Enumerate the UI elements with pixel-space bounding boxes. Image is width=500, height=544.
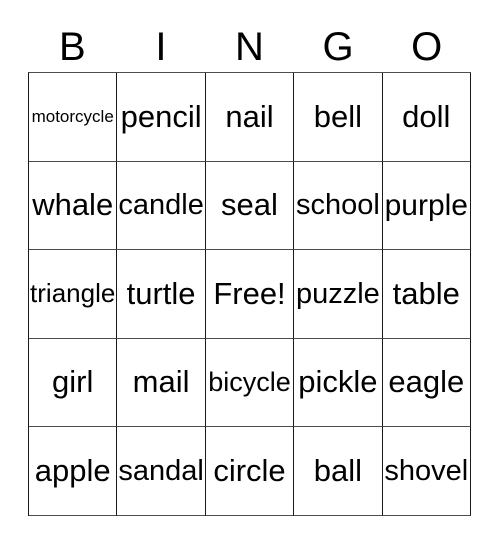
bingo-cell-label: purple: [384, 188, 468, 222]
bingo-cell-label: nail: [225, 98, 274, 134]
bingo-cell[interactable]: motorcycle: [29, 73, 118, 162]
bingo-cell[interactable]: puzzle: [294, 250, 383, 339]
header-letter-n: N: [235, 25, 264, 69]
bingo-cell[interactable]: mail: [117, 338, 206, 428]
bingo-card: B I N G O motorcycle pencil nail bell do…: [0, 0, 500, 544]
bingo-cell[interactable]: seal: [205, 161, 295, 251]
bingo-cell[interactable]: purple: [382, 161, 471, 251]
bingo-cell-label: bicycle: [208, 367, 291, 398]
bingo-cell-free-space[interactable]: Free!: [205, 250, 295, 339]
bingo-cell-label: doll: [402, 98, 451, 134]
bingo-cell[interactable]: table: [382, 250, 471, 339]
bingo-header-row: B I N G O: [28, 22, 471, 72]
bingo-cell-label: eagle: [388, 364, 465, 400]
bingo-cell[interactable]: pickle: [294, 338, 383, 428]
bingo-cell-label: bell: [313, 98, 363, 134]
bingo-cell[interactable]: candle: [117, 161, 206, 251]
bingo-cell[interactable]: girl: [29, 338, 118, 428]
bingo-cell[interactable]: doll: [382, 73, 471, 162]
header-letter-g: G: [322, 25, 354, 69]
bingo-cell[interactable]: circle: [205, 427, 295, 516]
header-letter-i: I: [155, 25, 167, 69]
header-letter-o: O: [411, 25, 443, 69]
bingo-cell[interactable]: bell: [294, 73, 383, 162]
bingo-cell[interactable]: triangle: [29, 250, 118, 339]
bingo-cell-label: seal: [221, 187, 278, 223]
bingo-cell-label: apple: [34, 452, 111, 488]
bingo-cell-label: ball: [313, 452, 363, 488]
bingo-cell[interactable]: ball: [294, 427, 383, 516]
bingo-cell-label: whale: [32, 187, 114, 223]
bingo-cell[interactable]: pencil: [117, 73, 206, 162]
bingo-cell-label: pickle: [298, 364, 378, 400]
bingo-cell-label: table: [392, 275, 460, 311]
bingo-cell[interactable]: whale: [29, 161, 118, 251]
bingo-cell[interactable]: shovel: [382, 427, 471, 516]
bingo-cell-label: candle: [118, 189, 204, 222]
bingo-cell[interactable]: school: [294, 161, 383, 251]
bingo-cell-label: mail: [132, 364, 190, 400]
bingo-cell[interactable]: sandal: [117, 427, 206, 516]
bingo-cell-label: girl: [52, 364, 94, 400]
bingo-cell-label: shovel: [384, 454, 469, 487]
bingo-cell[interactable]: bicycle: [205, 338, 295, 428]
bingo-cell-label: Free!: [213, 275, 286, 311]
bingo-cell-label: puzzle: [295, 277, 380, 310]
bingo-cell[interactable]: nail: [205, 73, 295, 162]
bingo-cell-label: pencil: [120, 98, 202, 134]
bingo-cell[interactable]: turtle: [117, 250, 206, 339]
bingo-cell-label: sandal: [118, 454, 204, 487]
bingo-cell-label: school: [295, 189, 380, 222]
bingo-cell-label: triangle: [30, 278, 116, 309]
bingo-cell[interactable]: apple: [29, 427, 118, 516]
bingo-cell-label: motorcycle: [31, 106, 114, 126]
bingo-cell-label: circle: [213, 452, 286, 488]
bingo-cell-label: turtle: [126, 275, 196, 311]
bingo-cell[interactable]: eagle: [382, 338, 471, 428]
bingo-grid: motorcycle pencil nail bell doll whale c…: [28, 72, 471, 516]
header-letter-b: B: [58, 25, 86, 69]
